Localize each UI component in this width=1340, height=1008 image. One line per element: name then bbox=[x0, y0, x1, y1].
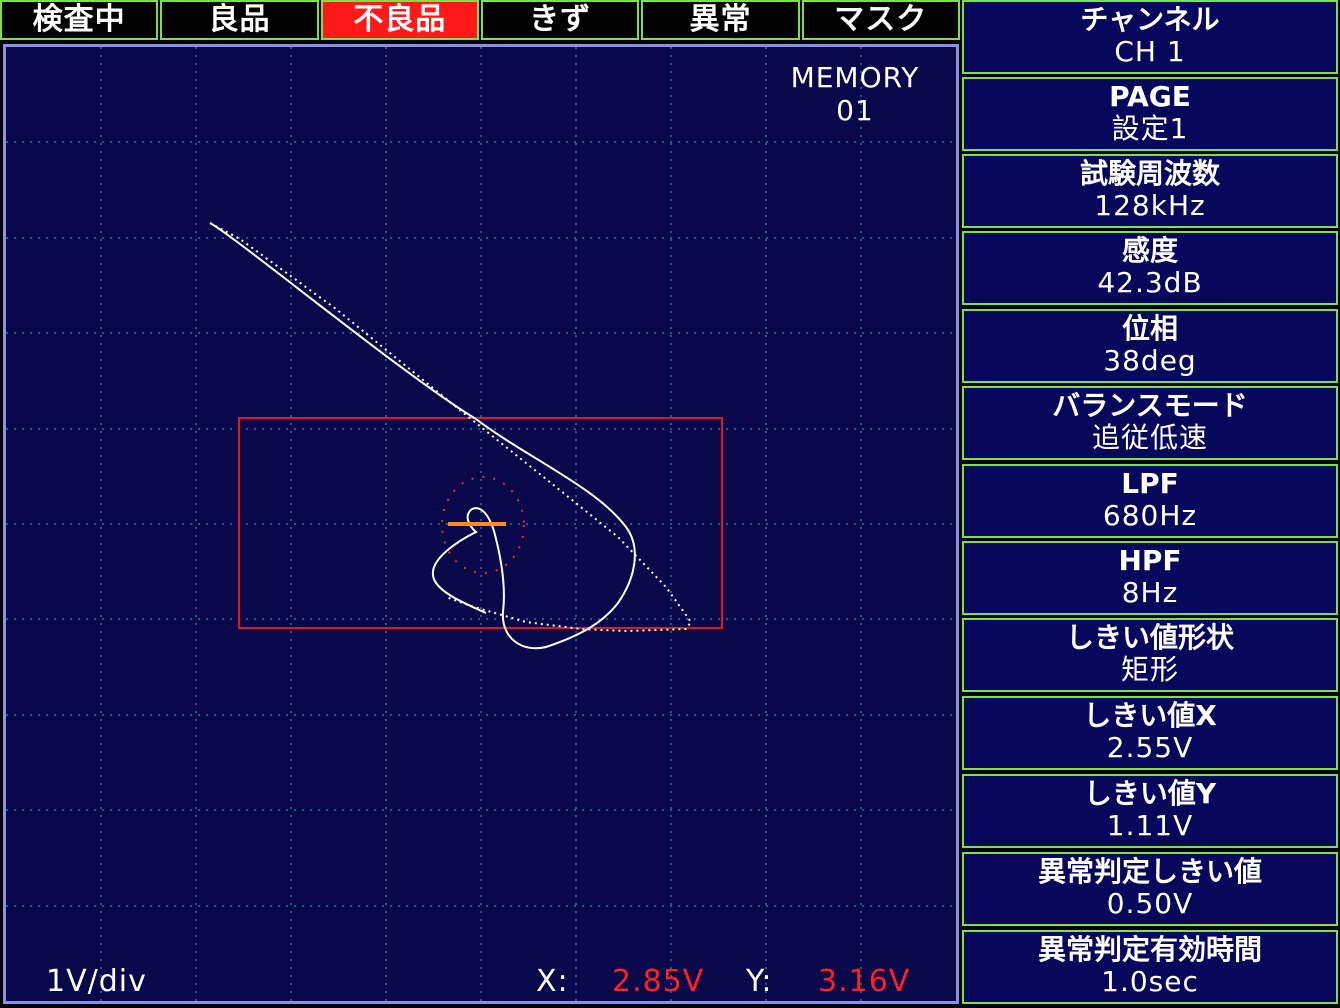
param-page[interactable]: PAGE 設定1 bbox=[962, 77, 1338, 151]
param-threshold-x[interactable]: しきい値X 2.55V bbox=[962, 696, 1338, 770]
scale-label: 1V/div bbox=[46, 964, 147, 999]
y-readout-label: Y: bbox=[746, 964, 773, 999]
parameter-panel: チャンネル CH 1 PAGE 設定1 試験周波数 128kHz 感度 42.3… bbox=[962, 0, 1340, 1008]
param-abnormal-duration[interactable]: 異常判定有効時間 1.0sec bbox=[962, 930, 1338, 1004]
param-sensitivity[interactable]: 感度 42.3dB bbox=[962, 231, 1338, 305]
status-abnormal[interactable]: 異常 bbox=[641, 0, 800, 40]
param-abnormal-threshold[interactable]: 異常判定しきい値 0.50V bbox=[962, 852, 1338, 926]
lissajous-trace-dotted bbox=[209, 222, 693, 633]
x-readout-label: X: bbox=[536, 964, 569, 999]
param-phase[interactable]: 位相 38deg bbox=[962, 309, 1338, 383]
status-mask[interactable]: マスク bbox=[801, 0, 960, 40]
param-threshold-y[interactable]: しきい値Y 1.11V bbox=[962, 774, 1338, 848]
y-readout-value: 3.16V bbox=[818, 964, 911, 999]
param-balance-mode[interactable]: バランスモード 追従低速 bbox=[962, 386, 1338, 460]
status-bar: 検査中 良品 不良品 きず 異常 マスク bbox=[0, 0, 960, 42]
param-test-frequency[interactable]: 試験周波数 128kHz bbox=[962, 154, 1338, 228]
x-readout-value: 2.85V bbox=[612, 964, 705, 999]
status-defective[interactable]: 不良品 bbox=[320, 0, 479, 40]
scope-display: MEMORY 01 1V/div X: 2.85V Y: 3.16V bbox=[3, 44, 959, 1004]
status-good[interactable]: 良品 bbox=[160, 0, 319, 40]
status-scratch[interactable]: きず bbox=[480, 0, 640, 40]
status-inspecting[interactable]: 検査中 bbox=[0, 0, 159, 40]
memory-number: 01 bbox=[836, 94, 874, 127]
lissajous-trace-solid bbox=[209, 222, 636, 650]
param-hpf[interactable]: HPF 8Hz bbox=[962, 541, 1338, 615]
memory-title: MEMORY bbox=[790, 61, 920, 94]
param-threshold-shape[interactable]: しきい値形状 矩形 bbox=[962, 618, 1338, 692]
param-channel[interactable]: チャンネル CH 1 bbox=[962, 0, 1338, 74]
scope-plot bbox=[6, 47, 956, 1001]
memory-indicator: MEMORY 01 bbox=[770, 61, 940, 127]
param-lpf[interactable]: LPF 680Hz bbox=[962, 464, 1338, 538]
